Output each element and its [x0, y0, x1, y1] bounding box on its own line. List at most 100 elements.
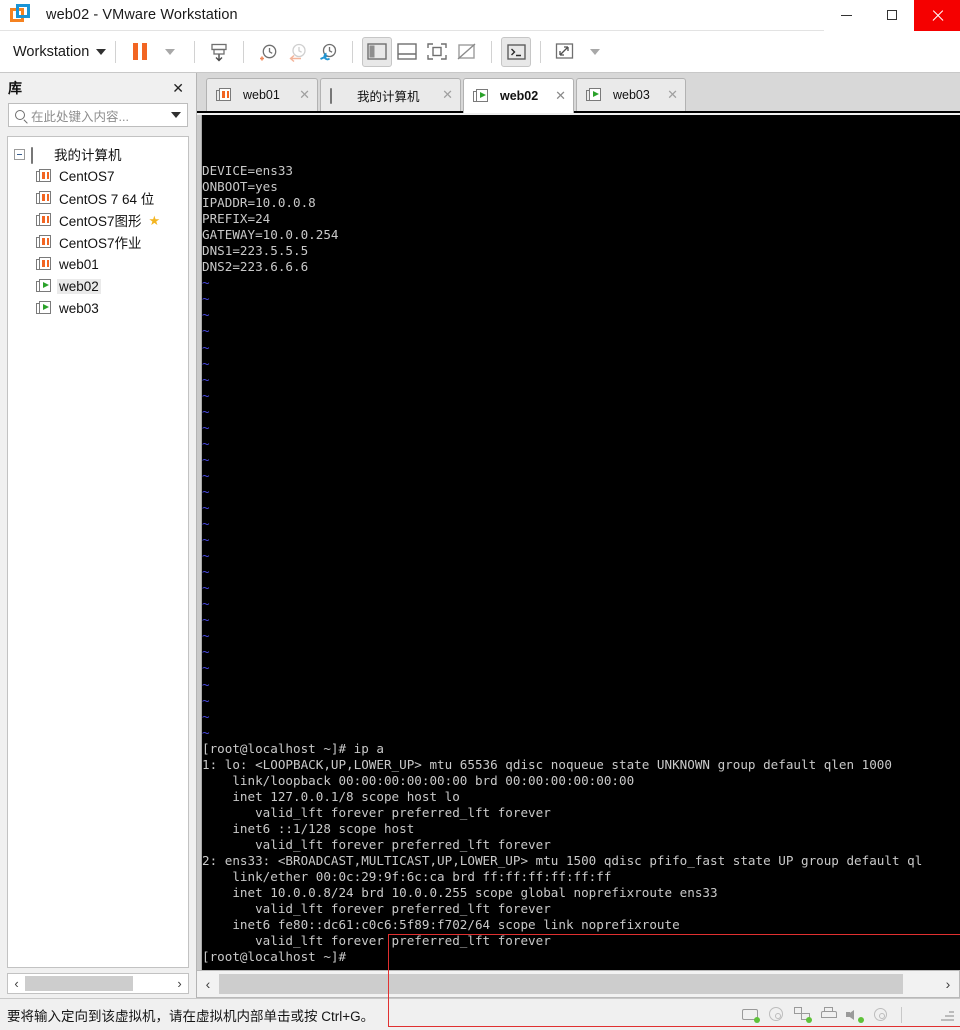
sidebar-item-web03[interactable]: web03 — [8, 297, 188, 319]
search-icon — [15, 110, 25, 120]
scroll-left-arrow-icon[interactable]: ‹ — [197, 972, 219, 996]
cd-dvd-icon[interactable] — [768, 1007, 785, 1022]
vim-empty-line-marker: ~ — [202, 532, 210, 548]
minimize-icon — [841, 14, 852, 16]
vim-empty-line-marker: ~ — [202, 291, 210, 307]
terminal-line: DNS2=223.6.6.6 — [202, 259, 309, 275]
workstation-menu-button[interactable]: Workstation — [13, 44, 107, 60]
vm-running-icon — [36, 301, 51, 315]
tab-close-button[interactable]: ✕ — [299, 87, 310, 103]
close-icon — [931, 9, 944, 22]
minimize-button[interactable] — [824, 0, 869, 31]
pause-vm-button[interactable] — [125, 37, 155, 67]
vm-console-area[interactable]: DEVICE=ens33 ONBOOT=yes IPADDR=10.0.0.8 PRE… — [197, 115, 960, 1027]
terminal-screen[interactable]: DEVICE=ens33 ONBOOT=yes IPADDR=10.0.0.8 PRE… — [202, 115, 960, 970]
pause-icon — [133, 43, 148, 60]
collapse-expander-icon[interactable] — [14, 148, 25, 160]
notes-icon[interactable] — [914, 1007, 931, 1022]
chevron-down-icon — [96, 48, 107, 55]
scroll-right-arrow-icon[interactable]: › — [937, 972, 959, 996]
scroll-left-arrow-icon[interactable]: ‹ — [8, 974, 25, 993]
chevron-down-icon — [590, 48, 601, 55]
vim-empty-line-marker: ~ — [202, 387, 210, 403]
sidebar-item-centos7[interactable]: CentOS7 — [8, 165, 188, 187]
maximize-button[interactable] — [869, 0, 914, 31]
vm-paused-icon — [36, 257, 51, 271]
sidebar-item-centos7-64[interactable]: CentOS 7 64 位 — [8, 187, 188, 209]
vim-empty-line-marker: ~ — [202, 403, 210, 419]
vm-paused-icon — [36, 213, 51, 227]
show-thumbnails-button[interactable] — [392, 37, 422, 67]
monitor-icon — [31, 146, 46, 164]
take-snapshot-button[interactable] — [253, 37, 283, 67]
hard-disk-icon[interactable] — [742, 1007, 760, 1023]
manage-snapshot-button[interactable] — [204, 37, 234, 67]
vim-empty-line-marker: ~ — [202, 419, 210, 435]
resize-grip-icon[interactable] — [940, 1008, 954, 1022]
terminal-line: DEVICE=ens33 — [202, 163, 293, 178]
terminal-line: 1: lo: <LOOPBACK,UP,LOWER_UP> mtu 65536 … — [202, 756, 892, 772]
sidebar-item-centos7-homework[interactable]: CentOS7作业 — [8, 231, 188, 253]
stretch-dropdown-button[interactable] — [580, 37, 610, 67]
stretch-view-button[interactable] — [550, 37, 580, 67]
vim-empty-line-marker: ~ — [202, 564, 210, 580]
tab-close-button[interactable]: ✕ — [555, 88, 566, 104]
sound-card-icon[interactable] — [846, 1007, 864, 1023]
network-adapter-icon[interactable] — [794, 1007, 812, 1023]
vm-running-icon — [473, 89, 488, 103]
unity-mode-button[interactable] — [452, 37, 482, 67]
sidebar-item-web01[interactable]: web01 — [8, 253, 188, 275]
tab-web01[interactable]: web01 ✕ — [206, 78, 318, 111]
terminal-line: PREFIX=24 — [202, 211, 271, 227]
clock-wrench-icon — [320, 43, 337, 60]
chevron-down-icon — [165, 48, 176, 55]
tab-label: 我的计算机 — [357, 89, 420, 104]
terminal-line: valid_lft forever preferred_lft forever — [202, 804, 551, 820]
console-horizontal-scrollbar[interactable]: ‹ › — [197, 970, 960, 998]
terminal-line: inet6 fe80::dc61:c0c6:5f89:f702/64 scope… — [202, 917, 680, 933]
clock-plus-icon — [260, 44, 277, 60]
tab-close-button[interactable]: ✕ — [667, 87, 678, 103]
vim-empty-line-marker: ~ — [202, 612, 210, 628]
snapshot-manager-button[interactable] — [313, 37, 343, 67]
terminal-line: link/loopback 00:00:00:00:00:00 brd 00:0… — [202, 772, 635, 788]
sidebar-item-web02[interactable]: web02 — [8, 275, 188, 297]
close-window-button[interactable] — [914, 0, 960, 31]
scrollbar-thumb[interactable] — [25, 976, 133, 991]
terminal-line: [root@localhost ~]# ip a — [202, 740, 384, 756]
scroll-right-arrow-icon[interactable]: › — [171, 974, 188, 993]
pause-dropdown-button[interactable] — [155, 37, 185, 67]
library-search-box[interactable]: 在此处键入内容... — [8, 103, 188, 127]
unity-off-icon — [457, 43, 476, 60]
tab-my-computer[interactable]: 我的计算机 ✕ — [320, 78, 461, 111]
tab-close-button[interactable]: ✕ — [442, 87, 453, 103]
terminal-line: GATEWAY=10.0.0.254 — [202, 227, 339, 243]
chevron-down-icon[interactable] — [171, 112, 181, 118]
tab-web02[interactable]: web02 ✕ — [463, 78, 574, 113]
library-horizontal-scrollbar[interactable]: ‹ › — [7, 973, 189, 994]
terminal-prompt-icon — [507, 43, 526, 60]
vim-empty-line-marker: ~ — [202, 692, 210, 708]
terminal-line: inet 10.0.0.8/24 brd 10.0.0.255 scope gl… — [202, 885, 718, 901]
vim-empty-line-marker: ~ — [202, 628, 210, 644]
printer-icon[interactable] — [820, 1007, 837, 1022]
revert-snapshot-button[interactable] — [283, 37, 313, 67]
console-view-button[interactable] — [501, 36, 532, 67]
vim-empty-line-marker: ~ — [202, 275, 210, 291]
search-input[interactable]: 在此处键入内容... — [31, 106, 165, 125]
library-close-button[interactable]: ✕ — [168, 79, 188, 97]
show-library-button[interactable] — [362, 36, 393, 67]
toolbar-divider — [194, 40, 196, 63]
terminal-line: inet 127.0.0.1/8 scope host lo — [202, 788, 460, 804]
fullscreen-button[interactable] — [422, 37, 452, 67]
tab-web03[interactable]: web03 ✕ — [576, 78, 686, 111]
sidebar-item-label: web03 — [59, 300, 99, 316]
terminal-line: valid_lft forever preferred_lft forever — [202, 836, 551, 852]
scrollbar-thumb[interactable] — [219, 974, 903, 994]
monitor-icon — [330, 87, 345, 104]
vim-empty-line-marker: ~ — [202, 451, 210, 467]
usb-controller-icon[interactable] — [872, 1007, 889, 1022]
tree-root-my-computer[interactable]: 我的计算机 — [8, 143, 188, 165]
vm-paused-icon — [36, 169, 51, 183]
sidebar-item-centos7-gui[interactable]: CentOS7图形 ★ — [8, 209, 188, 231]
